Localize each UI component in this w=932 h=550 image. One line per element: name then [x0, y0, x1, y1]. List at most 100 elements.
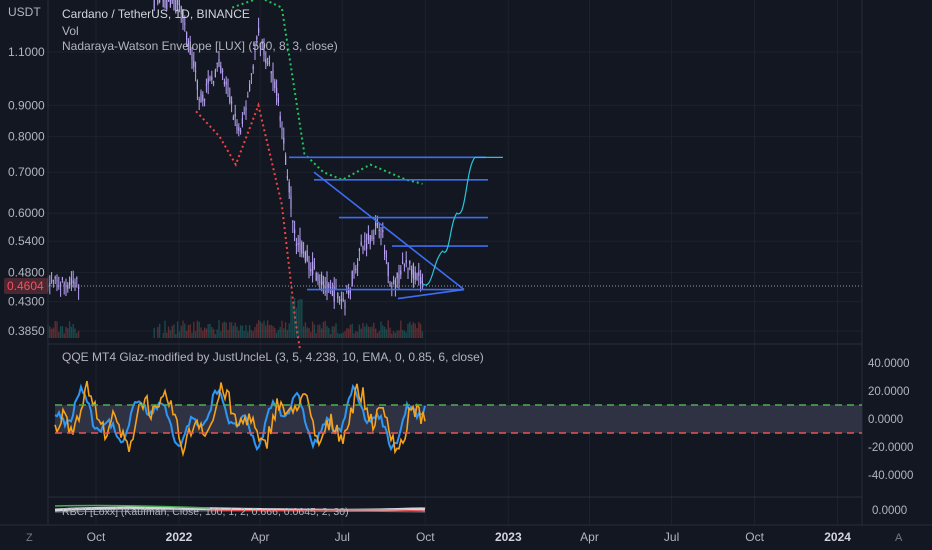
candle-body	[326, 281, 328, 293]
volume-bar	[358, 324, 361, 338]
candle-body	[315, 272, 317, 281]
volume-bar	[416, 328, 418, 338]
candle-body	[411, 269, 413, 275]
time-axis-label: Oct	[416, 530, 435, 544]
candle-body	[209, 77, 211, 81]
candle-body	[270, 71, 272, 74]
candle-body	[243, 112, 245, 114]
candle-body	[403, 264, 405, 266]
volume-bar	[216, 329, 218, 338]
legend-qqe[interactable]: QQE MT4 Glaz-modified by JustUncleL (3, …	[62, 350, 484, 364]
volume-bar	[281, 320, 283, 338]
candle-body	[178, 4, 180, 6]
timezone-icon[interactable]: Z	[26, 532, 33, 544]
candle-body	[357, 263, 359, 266]
candle-body	[353, 268, 355, 270]
volume-bar	[373, 322, 375, 338]
volume-bar	[205, 328, 208, 338]
volume-bar	[239, 325, 242, 338]
candle-body	[258, 27, 260, 33]
candle-body	[319, 281, 321, 283]
candle-body	[229, 96, 231, 103]
candle-body	[283, 137, 285, 144]
time-axis-label: 2022	[166, 530, 193, 544]
volume-bar	[173, 324, 175, 338]
volume-bar	[223, 321, 226, 338]
qqe-tick-label: -40.0000	[868, 470, 913, 482]
currency-label: USDT	[8, 5, 41, 19]
candle-body	[306, 250, 308, 261]
volume-bar	[263, 320, 265, 338]
volume-bar	[407, 323, 409, 338]
volume-bar	[319, 324, 321, 338]
candle-body	[299, 238, 301, 251]
volume-bar	[279, 326, 281, 338]
volume-bar	[158, 323, 161, 338]
volume-bar	[254, 327, 256, 338]
volume-bar	[272, 326, 274, 338]
volume-bar	[72, 324, 74, 338]
volume-bar	[378, 331, 380, 338]
candle-body	[52, 280, 54, 282]
volume-bar	[68, 321, 71, 338]
price-tick-label: 0.7000	[8, 165, 45, 179]
volume-bar	[207, 324, 209, 338]
volume-bar	[256, 323, 258, 338]
volume-bar	[189, 324, 191, 338]
candle-body	[277, 97, 279, 103]
volume-bar	[49, 326, 51, 338]
candle-body	[67, 284, 69, 289]
volume-bar	[310, 332, 312, 338]
volume-bar	[176, 321, 179, 338]
volume-bar	[236, 326, 238, 338]
candle-body	[272, 70, 274, 81]
volume-bar	[232, 325, 235, 338]
volume-bar	[227, 330, 229, 338]
qqe-tick-label: -20.0000	[868, 442, 913, 454]
candle-body	[303, 252, 305, 254]
price-tick-label: 0.4800	[8, 265, 45, 279]
volume-bar	[184, 323, 186, 338]
volume-bar	[248, 325, 251, 338]
candle-body	[330, 287, 332, 289]
candle-body	[367, 233, 369, 241]
volume-bar	[311, 321, 314, 338]
symbol-title[interactable]: Cardano / TetherUS, 1D, BINANCE	[62, 7, 250, 21]
volume-bar	[77, 330, 80, 338]
auto-scale-icon[interactable]: A	[895, 532, 903, 544]
volume-bar	[180, 325, 182, 338]
time-axis-label: Jul	[335, 530, 350, 544]
qqe-tick-label: 0.0000	[868, 414, 903, 426]
volume-bar	[349, 324, 352, 338]
candle-body	[265, 58, 267, 64]
candle-body	[54, 276, 56, 279]
volume-bar	[76, 332, 78, 338]
candle-body	[414, 271, 416, 280]
volume-bar	[63, 333, 65, 338]
volume-bar	[302, 326, 305, 338]
price-tick-label: 0.4300	[8, 295, 45, 309]
legend-envelope[interactable]: Nadaraya-Watson Envelope [LUX] (500, 8, …	[62, 39, 338, 53]
volume-bar	[70, 326, 73, 338]
candle-body	[76, 277, 78, 279]
volume-bar	[243, 331, 245, 338]
time-axis[interactable]: Oct 2022 Apr Jul Oct 2023 Apr Jul Oct 2024	[87, 530, 852, 544]
candle-body	[382, 230, 384, 233]
price-tick-label: 0.8000	[8, 130, 45, 144]
legend-vol[interactable]: Vol	[62, 24, 79, 38]
candle-body	[276, 87, 278, 97]
volume-bar	[396, 330, 398, 338]
candle-body	[362, 246, 364, 250]
volume-bar	[410, 324, 413, 338]
envelope-upper-line	[231, 0, 423, 185]
candle-body	[193, 60, 195, 68]
volume-bar	[250, 330, 253, 338]
candle-body	[249, 84, 251, 91]
candle-body	[252, 66, 254, 70]
time-axis-label: Oct	[87, 530, 106, 544]
candle-body	[240, 130, 242, 132]
candle-body	[295, 244, 297, 247]
candle-body	[373, 237, 375, 239]
legend-rbci[interactable]: RBCI [Loxx] (Kaufman, Close, 100, 1, 2, …	[62, 506, 349, 518]
price-tick-label: 0.3850	[8, 324, 45, 338]
